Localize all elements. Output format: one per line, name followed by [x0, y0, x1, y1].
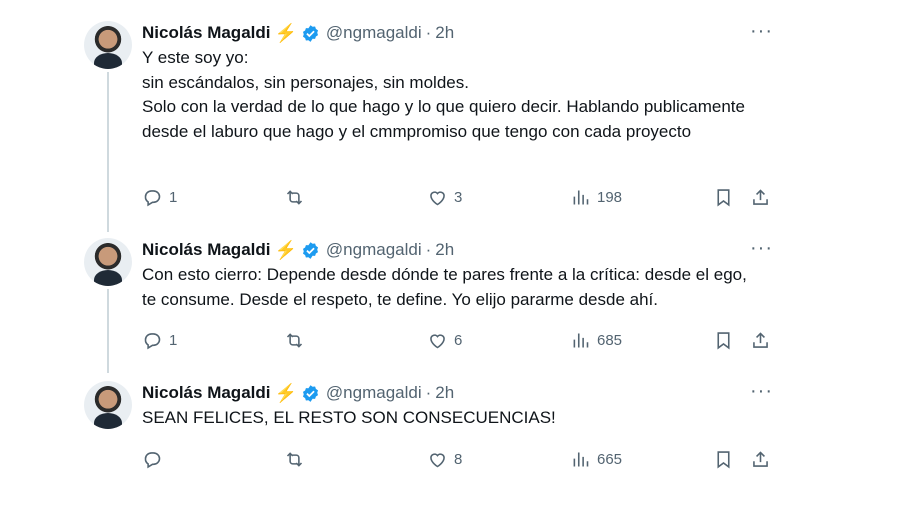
avatar[interactable] [84, 238, 132, 286]
more-icon[interactable]: ··· [750, 21, 773, 41]
views-icon [573, 333, 589, 348]
share-button[interactable] [750, 449, 771, 470]
tweet[interactable]: Nicolás Magaldi ⚡ @ngmagaldi · 2h ··· SE… [84, 381, 784, 481]
share-button[interactable] [750, 187, 771, 208]
more-icon[interactable]: ··· [750, 238, 773, 258]
repost-icon [286, 333, 303, 348]
tweet-text: Con esto cierro: Depende desde dónde te … [142, 265, 752, 309]
like-button[interactable]: 3 [427, 187, 462, 208]
share-icon [753, 332, 768, 348]
timestamp[interactable]: 2h [435, 240, 454, 260]
verified-icon [302, 241, 318, 259]
tweet-text: Y este soy yo: sin escándalos, sin perso… [142, 48, 745, 141]
share-button[interactable] [750, 330, 771, 351]
tweet[interactable]: Nicolás Magaldi ⚡ @ngmagaldi · 2h ··· Co… [84, 238, 784, 358]
reply-count: 1 [169, 189, 178, 206]
like-count: 8 [454, 451, 463, 468]
verified-icon [302, 384, 318, 402]
tweet-header: Nicolás Magaldi ⚡ @ngmagaldi · 2h [142, 238, 454, 262]
more-icon[interactable]: ··· [750, 381, 773, 401]
tweet[interactable]: Nicolás Magaldi ⚡ @ngmagaldi · 2h ··· Y … [84, 21, 784, 221]
views-button[interactable]: 665 [570, 449, 622, 470]
share-icon [753, 451, 768, 467]
avatar[interactable] [84, 381, 132, 429]
like-count: 6 [454, 332, 463, 349]
reply-button[interactable] [142, 449, 169, 470]
bookmark-icon [717, 451, 730, 469]
repost-button[interactable] [284, 449, 311, 470]
like-button[interactable]: 8 [427, 449, 462, 470]
author-name[interactable]: Nicolás Magaldi [142, 240, 270, 260]
tweet-header: Nicolás Magaldi ⚡ @ngmagaldi · 2h [142, 21, 454, 45]
author-name[interactable]: Nicolás Magaldi [142, 383, 270, 403]
reply-button[interactable]: 1 [142, 330, 177, 351]
reply-icon [144, 333, 161, 350]
timestamp[interactable]: 2h [435, 23, 454, 43]
like-icon [430, 191, 445, 206]
views-button[interactable]: 198 [570, 187, 622, 208]
action-bar: 1 3 198 [142, 187, 782, 207]
action-bar: 8 665 [142, 449, 782, 469]
views-count: 685 [597, 332, 623, 349]
bookmark-icon [717, 332, 730, 350]
share-icon [753, 189, 768, 205]
bookmark-button[interactable] [713, 330, 734, 351]
timestamp[interactable]: 2h [435, 383, 454, 403]
lightning-icon: ⚡ [274, 239, 297, 260]
action-bar: 1 6 685 [142, 330, 782, 350]
views-icon [573, 190, 589, 205]
like-icon [430, 453, 445, 468]
reply-icon [144, 190, 161, 207]
like-icon [430, 334, 445, 349]
separator-dot: · [425, 23, 432, 42]
author-handle[interactable]: @ngmagaldi [326, 23, 422, 43]
author-handle[interactable]: @ngmagaldi [326, 240, 422, 260]
repost-button[interactable] [284, 330, 311, 351]
repost-icon [286, 452, 303, 467]
bookmark-icon [717, 189, 730, 207]
reply-count: 1 [169, 332, 178, 349]
views-icon [573, 452, 589, 467]
author-handle[interactable]: @ngmagaldi [326, 383, 422, 403]
repost-button[interactable] [284, 187, 311, 208]
reply-icon [144, 452, 161, 469]
avatar[interactable] [84, 21, 132, 69]
tweet-text: SEAN FELICES, EL RESTO SON CONSECUENCIAS… [142, 408, 556, 427]
views-count: 665 [597, 451, 623, 468]
like-button[interactable]: 6 [427, 330, 462, 351]
bookmark-button[interactable] [713, 449, 734, 470]
bookmark-button[interactable] [713, 187, 734, 208]
separator-dot: · [425, 383, 432, 402]
lightning-icon: ⚡ [274, 22, 297, 43]
verified-icon [302, 24, 318, 42]
separator-dot: · [425, 240, 432, 259]
like-count: 3 [454, 189, 463, 206]
views-count: 198 [597, 189, 623, 206]
reply-button[interactable]: 1 [142, 187, 177, 208]
lightning-icon: ⚡ [274, 382, 297, 403]
tweet-header: Nicolás Magaldi ⚡ @ngmagaldi · 2h [142, 381, 454, 405]
author-name[interactable]: Nicolás Magaldi [142, 23, 270, 43]
views-button[interactable]: 685 [570, 330, 622, 351]
repost-icon [286, 190, 303, 205]
